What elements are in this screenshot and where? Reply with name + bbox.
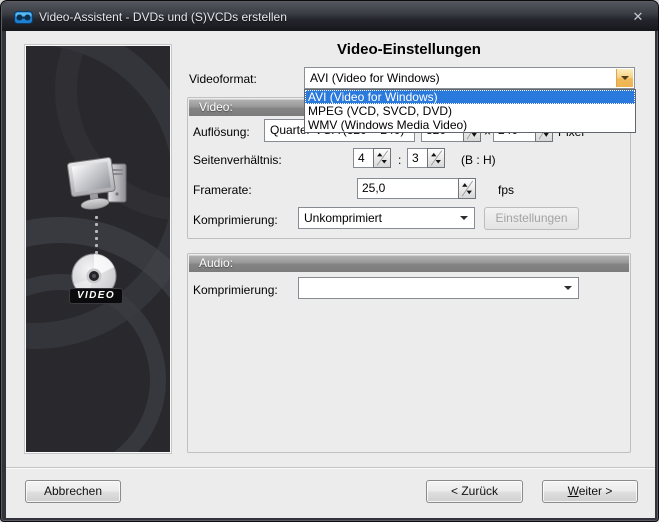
wizard-window: Video-Assistent - DVDs und (S)VCDs erste…	[0, 0, 659, 522]
audio-compression-label: Komprimierung:	[193, 283, 278, 297]
footer-divider	[6, 467, 655, 469]
aspect-height-stepper[interactable]	[427, 148, 445, 168]
flow-dot	[95, 223, 98, 226]
framerate-label: Framerate:	[193, 183, 252, 197]
videoformat-dropdown-button[interactable]	[616, 69, 633, 87]
flow-dot	[95, 251, 98, 254]
video-compression-value: Unkomprimiert	[304, 211, 382, 225]
app-video-icon	[14, 10, 33, 25]
video-step-badge: VIDEO	[69, 288, 123, 304]
sidebar-art-icon	[26, 46, 171, 453]
close-icon[interactable]: ✕	[628, 8, 648, 26]
flow-dot	[95, 216, 98, 219]
dropdown-option-avi[interactable]: AVI (Video for Windows)	[305, 90, 635, 104]
framerate-unit-label: fps	[498, 183, 514, 197]
settings-button[interactable]: Einstellungen	[484, 207, 579, 230]
next-button[interactable]: Weiter >	[542, 480, 638, 503]
audio-compression-combobox[interactable]	[298, 277, 579, 299]
videoformat-combobox[interactable]: AVI (Video for Windows)	[304, 67, 635, 89]
videoformat-label: Videoformat:	[189, 72, 257, 86]
flow-dot	[95, 244, 98, 247]
back-button[interactable]: < Zurück	[426, 480, 523, 503]
next-button-rest: eiter >	[579, 484, 613, 498]
chevron-down-icon	[564, 286, 572, 290]
aspect-label: Seitenverhältnis:	[193, 153, 282, 167]
dropdown-option-wmv[interactable]: WMV (Windows Media Video)	[305, 118, 635, 132]
videoformat-dropdown-list: AVI (Video for Windows) MPEG (VCD, SVCD,…	[304, 89, 636, 133]
wizard-sidebar-artwork: VIDEO	[25, 45, 171, 453]
cancel-button[interactable]: Abbrechen	[25, 480, 121, 503]
aspect-height-input[interactable]: 3	[407, 148, 428, 168]
framerate-stepper[interactable]	[458, 178, 476, 199]
aspect-suffix-label: (B : H)	[461, 153, 496, 167]
videoformat-value: AVI (Video for Windows)	[310, 71, 440, 85]
next-button-accel: W	[568, 484, 579, 498]
video-compression-combobox[interactable]: Unkomprimiert	[298, 207, 475, 229]
window-title: Video-Assistent - DVDs und (S)VCDs erste…	[39, 10, 287, 24]
flow-dot	[95, 237, 98, 240]
aspect-width-input[interactable]: 4	[353, 148, 374, 168]
dropdown-option-mpeg[interactable]: MPEG (VCD, SVCD, DVD)	[305, 104, 635, 118]
chevron-down-icon	[460, 216, 468, 220]
aspect-separator: :	[398, 153, 401, 167]
video-compression-label: Komprimierung:	[193, 213, 278, 227]
framerate-input[interactable]: 25,0	[357, 178, 459, 199]
titlebar[interactable]: Video-Assistent - DVDs und (S)VCDs erste…	[2, 2, 659, 31]
flow-dot	[95, 230, 98, 233]
aspect-width-stepper[interactable]	[373, 148, 391, 168]
audio-section-header: Audio:	[189, 255, 629, 272]
page-title: Video-Einstellungen	[187, 41, 631, 58]
resolution-label: Auflösung:	[193, 125, 250, 139]
